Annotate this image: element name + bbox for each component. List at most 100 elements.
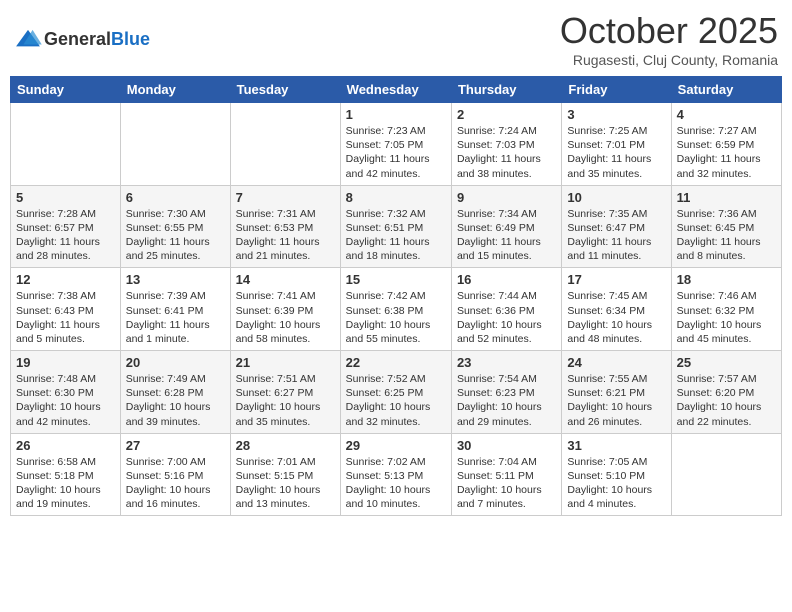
day-number: 31 [567,438,665,453]
logo-general: General [44,29,111,49]
weekday-header-tuesday: Tuesday [230,77,340,103]
day-info: Sunrise: 7:39 AM Sunset: 6:41 PM Dayligh… [126,289,225,346]
calendar-cell: 9 Sunrise: 7:34 AM Sunset: 6:49 PM Daylig… [451,185,561,268]
day-number: 13 [126,272,225,287]
day-info: Sunrise: 7:32 AM Sunset: 6:51 PM Dayligh… [346,207,446,264]
day-number: 29 [346,438,446,453]
day-number: 23 [457,355,556,370]
weekday-header-sunday: Sunday [11,77,121,103]
calendar-cell: 15 Sunrise: 7:42 AM Sunset: 6:38 PM Dayli… [340,268,451,351]
calendar-cell: 24Sunrise: 7:55 AM Sunset: 6:21 PM Dayli… [562,351,671,434]
calendar-cell: 4 Sunrise: 7:27 AM Sunset: 6:59 PM Daylig… [671,103,781,186]
day-number: 8 [346,190,446,205]
day-number: 30 [457,438,556,453]
day-number: 5 [16,190,115,205]
calendar-cell: 7 Sunrise: 7:31 AM Sunset: 6:53 PM Daylig… [230,185,340,268]
day-number: 7 [236,190,335,205]
day-number: 17 [567,272,665,287]
calendar-cell: 23Sunrise: 7:54 AM Sunset: 6:23 PM Dayli… [451,351,561,434]
calendar-week-4: 19Sunrise: 7:48 AM Sunset: 6:30 PM Dayli… [11,351,782,434]
calendar-cell: 8 Sunrise: 7:32 AM Sunset: 6:51 PM Daylig… [340,185,451,268]
calendar-week-5: 26Sunrise: 6:58 AM Sunset: 5:18 PM Dayli… [11,433,782,516]
calendar-cell: 28 Sunrise: 7:01 AM Sunset: 5:15 PM Dayli… [230,433,340,516]
calendar-cell: 18 Sunrise: 7:46 AM Sunset: 6:32 PM Dayli… [671,268,781,351]
calendar-table: SundayMondayTuesdayWednesdayThursdayFrid… [10,76,782,516]
day-info: Sunrise: 7:30 AM Sunset: 6:55 PM Dayligh… [126,207,225,264]
day-info: Sunrise: 7:55 AM Sunset: 6:21 PM Dayligh… [567,372,665,429]
day-number: 15 [346,272,446,287]
day-info: Sunrise: 7:25 AM Sunset: 7:01 PM Dayligh… [567,124,665,181]
calendar-cell: 21 Sunrise: 7:51 AM Sunset: 6:27 PM Dayli… [230,351,340,434]
day-number: 3 [567,107,665,122]
day-info: Sunrise: 7:34 AM Sunset: 6:49 PM Dayligh… [457,207,556,264]
title-area: October 2025 Rugasesti, Cluj County, Rom… [560,10,778,68]
day-number: 28 [236,438,335,453]
day-info: Sunrise: 7:35 AM Sunset: 6:47 PM Dayligh… [567,207,665,264]
day-number: 9 [457,190,556,205]
day-number: 18 [677,272,776,287]
day-info: Sunrise: 7:46 AM Sunset: 6:32 PM Dayligh… [677,289,776,346]
day-info: Sunrise: 7:24 AM Sunset: 7:03 PM Dayligh… [457,124,556,181]
day-number: 4 [677,107,776,122]
day-info: Sunrise: 7:51 AM Sunset: 6:27 PM Dayligh… [236,372,335,429]
logo: GeneralBlue [14,28,150,50]
day-number: 27 [126,438,225,453]
weekday-header-thursday: Thursday [451,77,561,103]
day-info: Sunrise: 7:02 AM Sunset: 5:13 PM Dayligh… [346,455,446,512]
day-info: Sunrise: 7:38 AM Sunset: 6:43 PM Dayligh… [16,289,115,346]
calendar-cell: 10 Sunrise: 7:35 AM Sunset: 6:47 PM Dayli… [562,185,671,268]
day-info: Sunrise: 7:52 AM Sunset: 6:25 PM Dayligh… [346,372,446,429]
calendar-cell: 13 Sunrise: 7:39 AM Sunset: 6:41 PM Dayli… [120,268,230,351]
weekday-header-saturday: Saturday [671,77,781,103]
calendar-cell: 19Sunrise: 7:48 AM Sunset: 6:30 PM Dayli… [11,351,121,434]
month-title: October 2025 [560,10,778,52]
day-info: Sunrise: 7:00 AM Sunset: 5:16 PM Dayligh… [126,455,225,512]
day-number: 19 [16,355,115,370]
day-info: Sunrise: 7:23 AM Sunset: 7:05 PM Dayligh… [346,124,446,181]
day-info: Sunrise: 7:42 AM Sunset: 6:38 PM Dayligh… [346,289,446,346]
calendar-cell [120,103,230,186]
day-info: Sunrise: 7:31 AM Sunset: 6:53 PM Dayligh… [236,207,335,264]
day-info: Sunrise: 7:45 AM Sunset: 6:34 PM Dayligh… [567,289,665,346]
weekday-header-friday: Friday [562,77,671,103]
day-info: Sunrise: 7:04 AM Sunset: 5:11 PM Dayligh… [457,455,556,512]
location: Rugasesti, Cluj County, Romania [560,52,778,68]
day-number: 2 [457,107,556,122]
calendar-week-2: 5 Sunrise: 7:28 AM Sunset: 6:57 PM Daylig… [11,185,782,268]
calendar-cell: 3 Sunrise: 7:25 AM Sunset: 7:01 PM Daylig… [562,103,671,186]
calendar-cell: 29 Sunrise: 7:02 AM Sunset: 5:13 PM Dayli… [340,433,451,516]
day-info: Sunrise: 7:28 AM Sunset: 6:57 PM Dayligh… [16,207,115,264]
day-info: Sunrise: 7:41 AM Sunset: 6:39 PM Dayligh… [236,289,335,346]
calendar-cell: 27 Sunrise: 7:00 AM Sunset: 5:16 PM Dayli… [120,433,230,516]
day-number: 14 [236,272,335,287]
calendar-cell: 17 Sunrise: 7:45 AM Sunset: 6:34 PM Dayli… [562,268,671,351]
day-number: 12 [16,272,115,287]
logo-icon [14,28,42,50]
day-number: 6 [126,190,225,205]
day-number: 20 [126,355,225,370]
calendar-cell: 30 Sunrise: 7:04 AM Sunset: 5:11 PM Dayli… [451,433,561,516]
day-info: Sunrise: 7:27 AM Sunset: 6:59 PM Dayligh… [677,124,776,181]
day-info: Sunrise: 7:36 AM Sunset: 6:45 PM Dayligh… [677,207,776,264]
day-number: 22 [346,355,446,370]
day-number: 21 [236,355,335,370]
calendar-cell: 2 Sunrise: 7:24 AM Sunset: 7:03 PM Daylig… [451,103,561,186]
day-number: 10 [567,190,665,205]
calendar-cell: 6 Sunrise: 7:30 AM Sunset: 6:55 PM Daylig… [120,185,230,268]
calendar-cell: 31Sunrise: 7:05 AM Sunset: 5:10 PM Dayli… [562,433,671,516]
calendar-cell: 1Sunrise: 7:23 AM Sunset: 7:05 PM Daylig… [340,103,451,186]
day-info: Sunrise: 7:49 AM Sunset: 6:28 PM Dayligh… [126,372,225,429]
calendar-week-3: 12 Sunrise: 7:38 AM Sunset: 6:43 PM Dayli… [11,268,782,351]
day-info: Sunrise: 6:58 AM Sunset: 5:18 PM Dayligh… [16,455,115,512]
day-info: Sunrise: 7:01 AM Sunset: 5:15 PM Dayligh… [236,455,335,512]
calendar-cell: 11 Sunrise: 7:36 AM Sunset: 6:45 PM Dayli… [671,185,781,268]
day-number: 16 [457,272,556,287]
page-header: GeneralBlue October 2025 Rugasesti, Cluj… [10,10,782,68]
calendar-cell [11,103,121,186]
calendar-cell [230,103,340,186]
logo-blue: Blue [111,29,150,49]
calendar-cell: 22 Sunrise: 7:52 AM Sunset: 6:25 PM Dayli… [340,351,451,434]
day-number: 11 [677,190,776,205]
calendar-week-1: 1Sunrise: 7:23 AM Sunset: 7:05 PM Daylig… [11,103,782,186]
day-info: Sunrise: 7:57 AM Sunset: 6:20 PM Dayligh… [677,372,776,429]
